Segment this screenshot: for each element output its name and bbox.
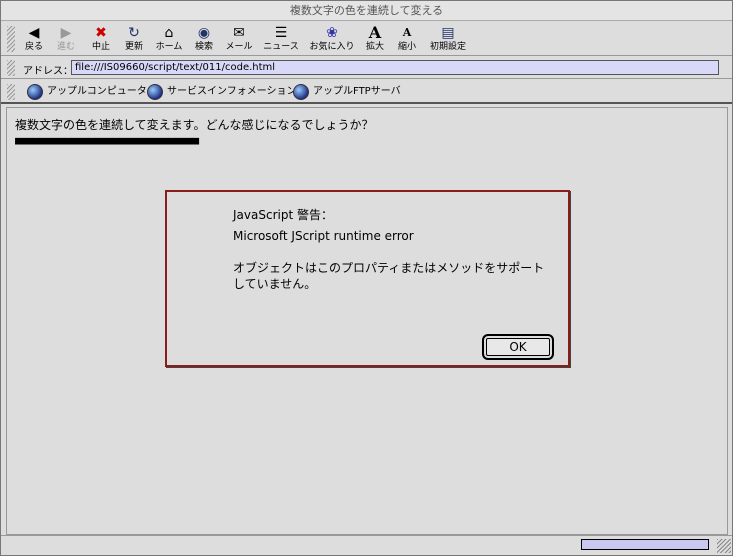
favorites-icon: ❀	[326, 25, 338, 41]
text-smaller-button[interactable]: A 縮小	[395, 24, 419, 56]
page-text: 複数文字の色を連続して変えます。どんな感じになるでしょうか？	[15, 118, 374, 132]
home-icon: ⌂	[164, 25, 174, 41]
alert-dialog: JavaScript 警告： Microsoft JScript runtime…	[165, 190, 570, 367]
back-button[interactable]: ◀ 戻る	[21, 24, 47, 56]
mail-button[interactable]: ✉ メール	[223, 24, 255, 56]
progress-bar	[581, 539, 709, 550]
link-service-information[interactable]: サービスインフォメーション	[147, 84, 297, 102]
stop-button[interactable]: ✖ 中止	[87, 24, 115, 56]
dialog-title: JavaScript 警告：	[233, 208, 333, 222]
link-apple-computer[interactable]: アップルコンピュータ	[27, 84, 147, 102]
preferences-icon: ▤	[441, 25, 455, 41]
address-input[interactable]: file:///IS09660/script/text/011/code.htm…	[71, 60, 719, 75]
preferences-button[interactable]: ▤ 初期設定	[427, 24, 469, 56]
address-label: アドレス：	[23, 66, 73, 77]
ok-button[interactable]: OK	[482, 334, 554, 360]
links-bar: アップルコンピュータ サービスインフォメーション アップルFTPサーバ	[1, 80, 732, 104]
search-globe-icon: ◉	[197, 25, 211, 41]
status-bar	[1, 535, 732, 555]
browser-window: 複数文字の色を連続して変える ◀ 戻る ▶ 進む ✖ 中止 ↻ 更新 ⌂ ホーム…	[0, 0, 733, 556]
news-icon: ☰	[274, 25, 288, 41]
refresh-icon: ↻	[128, 25, 140, 41]
forward-button[interactable]: ▶ 進む	[53, 24, 79, 56]
text-larger-button[interactable]: A 拡大	[363, 24, 387, 56]
search-button[interactable]: ◉ 検索	[191, 24, 217, 56]
favorites-button[interactable]: ❀ お気に入り	[307, 24, 357, 56]
toolbar-grip[interactable]	[7, 26, 15, 52]
text-larger-icon: A	[368, 23, 382, 42]
globe-icon	[27, 84, 43, 100]
refresh-button[interactable]: ↻ 更新	[121, 24, 147, 56]
dialog-message-error: Microsoft JScript runtime error	[233, 229, 414, 243]
mail-icon: ✉	[233, 25, 245, 41]
color-squares: ■■■■■■■■■■■■■■■■■■■■■■■■■■■■■■	[15, 134, 199, 147]
globe-icon	[147, 84, 163, 100]
home-button[interactable]: ⌂ ホーム	[153, 24, 185, 56]
back-arrow-icon: ◀	[28, 25, 40, 41]
globe-icon	[293, 84, 309, 100]
stop-icon: ✖	[95, 25, 107, 41]
text-smaller-icon: A	[402, 26, 412, 39]
address-grip[interactable]	[7, 60, 15, 76]
resize-grip[interactable]	[717, 539, 731, 553]
window-title: 複数文字の色を連続して変える	[1, 1, 732, 21]
forward-arrow-icon: ▶	[60, 25, 72, 41]
news-button[interactable]: ☰ ニュース	[261, 24, 301, 56]
dialog-message-detail: オブジェクトはこのプロパティまたはメソッドをサポートしていません。	[233, 261, 545, 291]
link-apple-ftp[interactable]: アップルFTPサーバ	[293, 84, 401, 102]
toolbar: ◀ 戻る ▶ 進む ✖ 中止 ↻ 更新 ⌂ ホーム ◉ 検索 ✉ メール ☰ ニ	[1, 22, 732, 56]
links-grip[interactable]	[7, 84, 15, 100]
address-bar: アドレス： file:///IS09660/script/text/011/co…	[1, 57, 732, 79]
